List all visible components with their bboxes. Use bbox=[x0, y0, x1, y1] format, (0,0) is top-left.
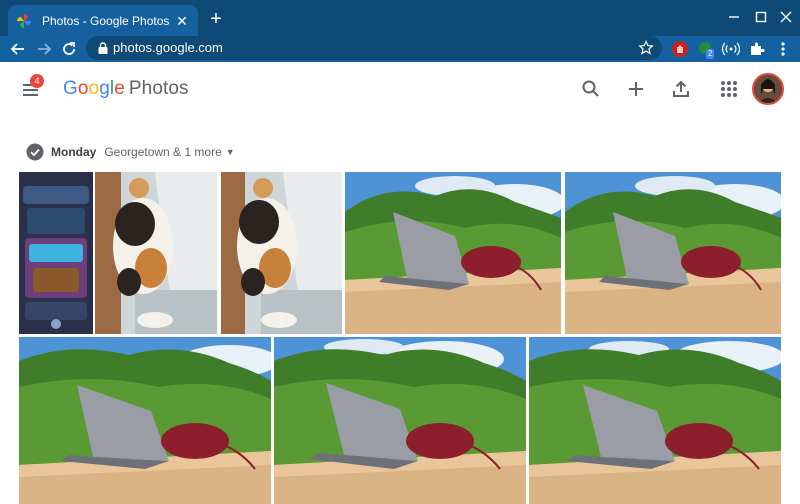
reload-icon[interactable] bbox=[59, 39, 79, 59]
logo-letter: g bbox=[99, 78, 110, 99]
browser-tab[interactable]: Photos - Google Photos ✕ bbox=[8, 5, 198, 36]
photo-thumbnail-laptop[interactable] bbox=[565, 172, 781, 334]
laptop-outdoor-image bbox=[274, 337, 526, 504]
search-icon[interactable] bbox=[579, 77, 603, 101]
tab-title: Photos - Google Photos bbox=[42, 13, 170, 28]
group-date-label: Monday bbox=[51, 145, 97, 159]
back-arrow-icon[interactable] bbox=[8, 39, 28, 59]
select-group-check-icon[interactable] bbox=[26, 143, 44, 161]
cast-broadcast-icon[interactable] bbox=[722, 40, 740, 58]
app-header: 4 Google Photos bbox=[0, 62, 800, 116]
logo-letter: o bbox=[88, 78, 100, 99]
photo-thumbnail-calico-cat[interactable] bbox=[221, 172, 342, 334]
logo-product-name: Photos bbox=[128, 78, 189, 99]
photo-thumbnail-laptop[interactable] bbox=[529, 337, 781, 504]
forward-arrow-icon[interactable] bbox=[34, 39, 54, 59]
laptop-outdoor-image bbox=[19, 337, 271, 504]
date-group-header: Monday Georgetown & 1 more ▼ bbox=[26, 143, 235, 161]
extension-green-status-icon[interactable]: 2 bbox=[697, 40, 715, 59]
game-screenshot-image bbox=[19, 172, 93, 334]
extensions-puzzle-icon[interactable] bbox=[748, 40, 766, 58]
calico-cat-image bbox=[221, 172, 342, 334]
photo-thumbnail-laptop[interactable] bbox=[274, 337, 526, 504]
group-location-link[interactable]: Georgetown & 1 more bbox=[104, 145, 221, 159]
create-plus-icon[interactable] bbox=[624, 77, 648, 101]
photo-thumbnail-game-screenshot[interactable] bbox=[19, 172, 93, 334]
laptop-outdoor-image bbox=[345, 172, 561, 334]
google-photos-logo[interactable]: Google Photos bbox=[63, 78, 189, 100]
maximize-icon[interactable] bbox=[752, 8, 770, 26]
photo-thumbnail-laptop[interactable] bbox=[345, 172, 561, 334]
location-dropdown-caret-icon[interactable]: ▼ bbox=[226, 147, 235, 157]
user-avatar[interactable] bbox=[752, 73, 784, 105]
photo-thumbnail-laptop[interactable] bbox=[19, 337, 271, 504]
calico-cat-image bbox=[95, 172, 217, 334]
url-text: photos.google.com bbox=[113, 40, 223, 55]
upload-icon[interactable] bbox=[669, 77, 693, 101]
laptop-outdoor-image bbox=[565, 172, 781, 334]
browser-toolbar: photos.google.com 2 bbox=[0, 36, 800, 62]
google-photos-favicon-icon bbox=[17, 13, 31, 28]
extension-badge: 2 bbox=[706, 49, 715, 59]
extension-red-hand-icon[interactable] bbox=[671, 40, 689, 58]
address-bar[interactable]: photos.google.com bbox=[86, 36, 662, 60]
minimize-icon[interactable] bbox=[725, 8, 743, 26]
close-window-icon[interactable] bbox=[777, 8, 795, 26]
tab-close-icon[interactable]: ✕ bbox=[174, 13, 190, 29]
browser-menu-icon[interactable] bbox=[774, 40, 792, 58]
apps-grid-icon[interactable] bbox=[717, 77, 741, 101]
logo-letter: o bbox=[77, 78, 89, 99]
notification-badge: 4 bbox=[30, 74, 44, 88]
bookmark-star-icon[interactable] bbox=[638, 40, 654, 56]
logo-letter: G bbox=[63, 78, 78, 99]
browser-tab-strip: Photos - Google Photos ✕ + bbox=[0, 0, 800, 36]
lock-icon[interactable] bbox=[96, 41, 110, 55]
logo-letter: e bbox=[114, 78, 125, 99]
laptop-outdoor-image bbox=[529, 337, 781, 504]
photo-thumbnail-calico-cat[interactable] bbox=[95, 172, 217, 334]
new-tab-button[interactable]: + bbox=[205, 8, 227, 30]
